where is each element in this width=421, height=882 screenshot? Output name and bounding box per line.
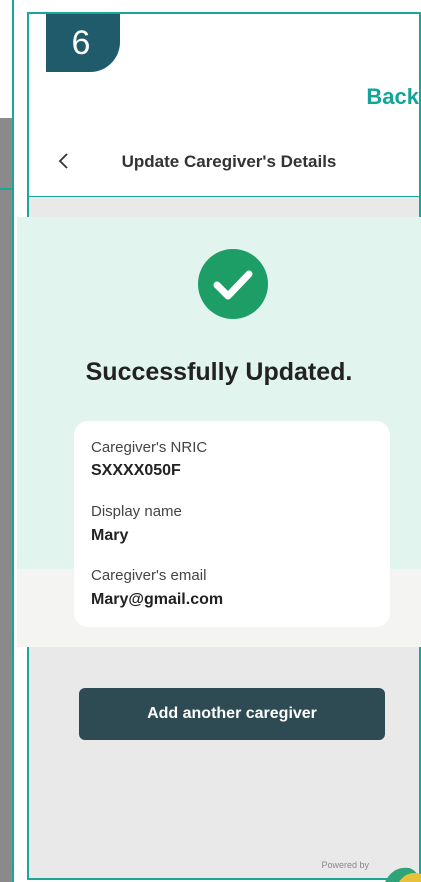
email-label: Caregiver's email [91,567,207,584]
powered-by-label: Powered by [321,860,369,870]
back-link[interactable]: Back [366,84,419,110]
previous-panel-divider [0,188,12,190]
page-title: Update Caregiver's Details [121,152,337,171]
page-header: Update Caregiver's Details [29,138,419,186]
display-name-value: Mary [91,527,129,544]
nric-value: SXXXX050F [91,462,181,479]
success-title: Successfully Updated. [85,358,353,386]
email-value: Mary@gmail.com [91,591,224,608]
step-number-badge: 6 [46,14,120,72]
display-name-label: Display name [91,503,182,520]
brand-logo-icon [385,867,421,882]
previous-panel-overlay [0,118,12,882]
add-another-caregiver-button[interactable]: Add another caregiver [79,688,385,740]
success-check-icon [198,249,268,319]
details-card: Caregiver's NRIC SXXXX050F Display name … [74,421,390,627]
nric-label: Caregiver's NRIC [91,439,208,456]
step-number: 6 [71,23,91,62]
previous-step-panel [0,0,14,882]
